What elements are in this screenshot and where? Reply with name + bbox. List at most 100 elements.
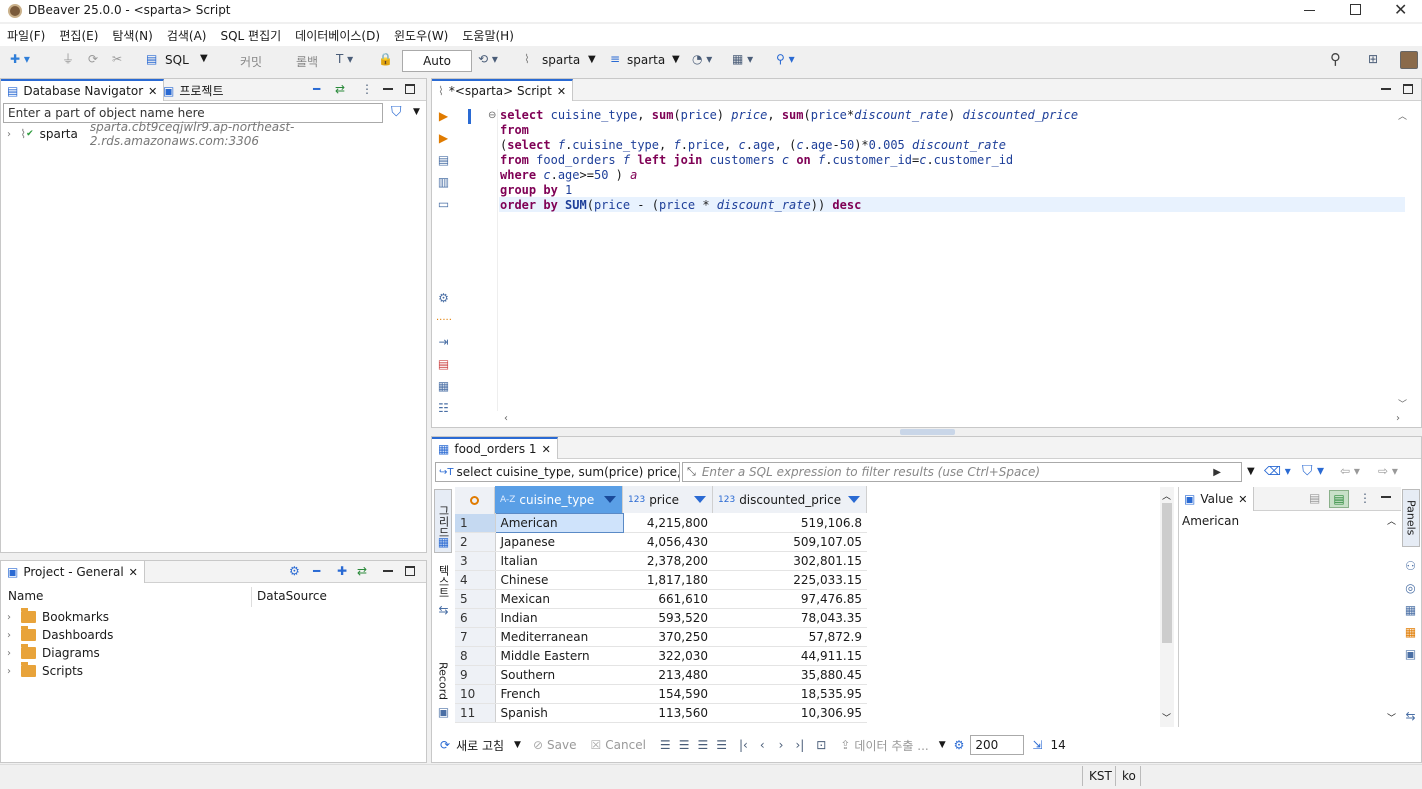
minimize-icon[interactable] — [383, 88, 393, 90]
row-number[interactable]: 6 — [455, 608, 496, 628]
invalidate-icon[interactable]: ⟳ — [88, 53, 98, 65]
grid-view-icon[interactable]: ▦ — [435, 533, 452, 550]
splitter-handle[interactable] — [900, 429, 955, 435]
explain-plan-icon[interactable]: ▥ — [435, 173, 452, 190]
cell-cuisine-type[interactable]: French — [495, 684, 623, 704]
panel-icon-1[interactable]: ⚇ — [1402, 557, 1419, 574]
cell-cuisine-type[interactable]: Spanish — [495, 703, 623, 723]
chevron-right-icon[interactable]: › — [7, 129, 14, 140]
cell-discounted-price[interactable]: 509,107.05 — [713, 532, 867, 552]
cell-cuisine-type[interactable]: Mediterranean — [495, 627, 623, 647]
sort-icon[interactable] — [848, 496, 860, 503]
tab-sparta-script[interactable]: ⌇ *<sparta> Script ✕ — [432, 79, 574, 101]
user-avatar[interactable] — [1400, 51, 1418, 69]
cell-discounted-price[interactable]: 97,476.85 — [713, 589, 867, 609]
column-header-cuisine-type[interactable]: A-Z cuisine_type — [495, 486, 623, 513]
history-icon[interactable]: ⟲ ▾ — [478, 53, 498, 65]
value-content[interactable]: American — [1182, 514, 1239, 528]
link-editor-icon[interactable]: ⇄ — [357, 565, 367, 577]
table-row[interactable]: 3 Italian 2,378,200 302,801.15 — [455, 551, 867, 571]
disconnect-icon[interactable]: ✂ — [112, 53, 122, 65]
search-icon[interactable]: ⚲ ▾ — [776, 53, 795, 65]
panels-side-tab[interactable]: Panels — [1402, 489, 1420, 547]
cell-cuisine-type[interactable]: Mexican — [495, 589, 623, 609]
close-tab-icon[interactable]: ✕ — [557, 85, 566, 98]
cell-discounted-price[interactable]: 18,535.95 — [713, 684, 867, 704]
table-row[interactable]: 9 Southern 213,480 35,880.45 — [455, 665, 867, 685]
chevron-right-icon[interactable]: › — [7, 666, 15, 677]
vertical-scrollbar-up[interactable]: ︿ — [1398, 109, 1407, 122]
rollback-button[interactable]: 롤백 — [296, 53, 318, 70]
status-timezone[interactable]: KST — [1089, 766, 1112, 786]
cell-discounted-price[interactable]: 225,033.15 — [713, 570, 867, 590]
cell-discounted-price[interactable]: 10,306.95 — [713, 703, 867, 723]
copy-row-icon[interactable]: ☰ — [697, 739, 708, 751]
close-icon[interactable]: ✕ — [1394, 0, 1407, 19]
minimize-icon[interactable] — [1304, 10, 1315, 11]
cell-price[interactable]: 2,378,200 — [623, 551, 713, 571]
table-row[interactable]: 7 Mediterranean 370,250 57,872.9 — [455, 627, 867, 647]
cell-price[interactable]: 370,250 — [623, 627, 713, 647]
tree-item-diagrams[interactable]: › Diagrams — [7, 644, 100, 662]
cell-price[interactable]: 4,215,800 — [623, 513, 713, 533]
sql-editor-icon[interactable]: ▤ — [146, 53, 157, 65]
tree-item-dashboards[interactable]: › Dashboards — [7, 626, 113, 644]
minimize-icon[interactable] — [1381, 88, 1391, 90]
tree-item-bookmarks[interactable]: › Bookmarks — [7, 608, 109, 626]
row-number[interactable]: 3 — [455, 551, 496, 571]
side-tab-text[interactable]: 텍스트 — [434, 557, 452, 605]
horizontal-scrollbar-left[interactable]: ‹ — [504, 413, 508, 424]
row-number[interactable]: 4 — [455, 570, 496, 590]
fetch-all-icon[interactable]: ⊡ — [816, 739, 826, 751]
apply-filter-icon[interactable]: ▶ — [1213, 467, 1221, 478]
tab-project-general[interactable]: ▣ Project - General ✕ — [1, 561, 145, 583]
status-locale[interactable]: ko — [1122, 766, 1136, 786]
row-number[interactable]: 2 — [455, 532, 496, 552]
tab-database-navigator[interactable]: ▤ Database Navigator ✕ — [1, 79, 165, 101]
cell-cuisine-type[interactable]: Indian — [495, 608, 623, 628]
panel-icon-2[interactable]: ◎ — [1402, 579, 1419, 596]
text-view-icon[interactable]: ⇆ — [435, 601, 452, 618]
menu-navigate[interactable]: 탐색(N) — [112, 27, 152, 44]
horizontal-scrollbar-right[interactable]: › — [1396, 413, 1400, 424]
settings-icon[interactable]: ⚙ — [435, 289, 452, 306]
new-connection-icon[interactable]: ✚ ▾ — [10, 53, 30, 65]
filter-icon[interactable]: ⛉ — [391, 105, 402, 119]
table-row[interactable]: 2 Japanese 4,056,430 509,107.05 — [455, 532, 867, 552]
save-button[interactable]: Save — [547, 738, 576, 752]
menu-database[interactable]: 데이터베이스(D) — [295, 27, 380, 44]
tab-value[interactable]: ▣ Value ✕ — [1179, 487, 1254, 511]
settings-icon[interactable]: ⚙ — [289, 565, 300, 577]
chevron-right-icon[interactable]: › — [7, 612, 15, 623]
dashboard-icon[interactable]: ◔ ▾ — [692, 53, 712, 65]
column-header-discounted-price[interactable]: 123 discounted_price — [713, 486, 867, 513]
cell-price[interactable]: 593,520 — [623, 608, 713, 628]
tx-mode-field[interactable]: Auto — [402, 50, 472, 72]
tab-results[interactable]: ▦ food_orders 1 ✕ — [432, 437, 558, 459]
row-number[interactable]: 8 — [455, 646, 496, 666]
execute-script-icon[interactable]: ▶ — [435, 129, 452, 146]
table-row[interactable]: 10 French 154,590 18,535.95 — [455, 684, 867, 704]
save-value-icon[interactable]: ▤ — [1309, 492, 1320, 504]
panel-icon-6[interactable]: ⇆ — [1402, 707, 1419, 724]
cell-discounted-price[interactable]: 35,880.45 — [713, 665, 867, 685]
connection-dropdown-icon[interactable]: ▼ — [588, 54, 596, 65]
query-preview[interactable]: ↪T select cuisine_type, sum(price) price… — [435, 462, 680, 482]
schema-selector[interactable]: sparta — [627, 53, 665, 67]
maximize-icon[interactable] — [1403, 84, 1413, 94]
connect-icon[interactable]: ⏚ — [62, 53, 74, 65]
output-console-icon[interactable]: ▭ — [435, 195, 452, 212]
refresh-dropdown-icon[interactable]: ▼ — [514, 740, 521, 750]
sql-button[interactable]: SQL — [165, 53, 189, 67]
filter-dropdown-icon[interactable]: ▼ — [413, 107, 420, 117]
export-dropdown-icon[interactable]: ▼ — [939, 740, 946, 750]
cell-discounted-price[interactable]: 57,872.9 — [713, 627, 867, 647]
cell-cuisine-type[interactable]: Middle Eastern — [495, 646, 623, 666]
menu-window[interactable]: 윈도우(W) — [394, 27, 448, 44]
add-icon[interactable]: ✚ — [337, 565, 347, 577]
last-page-icon[interactable]: ›| — [795, 739, 804, 751]
lock-icon[interactable]: 🔒 — [378, 53, 393, 65]
side-tab-record[interactable]: Record — [434, 657, 452, 705]
tree-item-scripts[interactable]: › Scripts — [7, 662, 83, 680]
collapse-icon[interactable]: ━ — [313, 565, 320, 577]
